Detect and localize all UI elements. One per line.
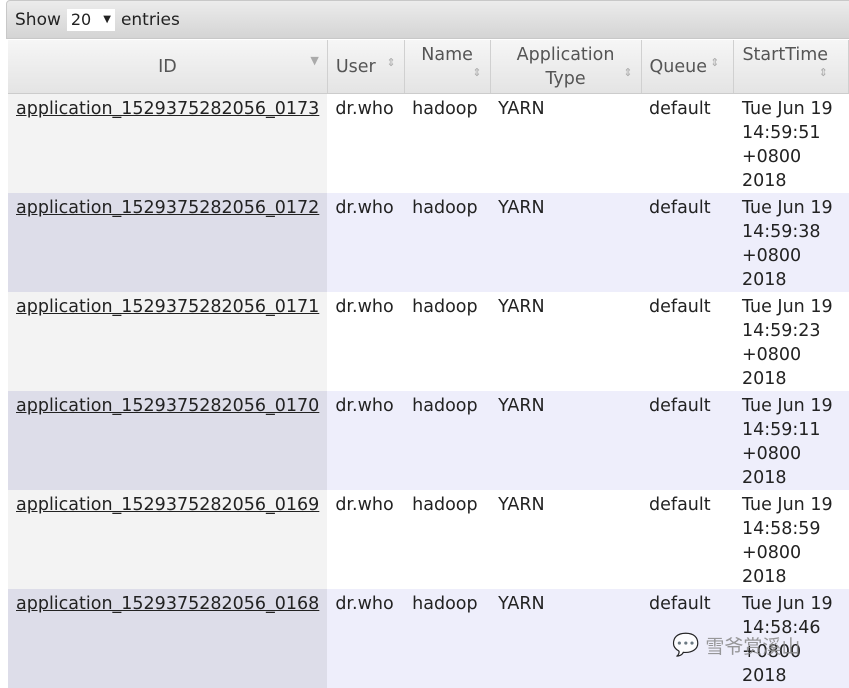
starttime-line: 2018 <box>741 567 787 587</box>
entries-select[interactable]: 20 ▼ <box>66 8 115 31</box>
header-label: ID <box>158 56 177 77</box>
sort-icon: ⇕ <box>386 56 396 69</box>
header-label: Application Type <box>516 44 615 89</box>
application-link[interactable]: application_1529375282056_0173 <box>16 99 319 119</box>
show-label: Show <box>15 9 61 30</box>
cell-type: YARN <box>490 292 642 391</box>
application-link[interactable]: application_1529375282056_0170 <box>16 396 319 416</box>
application-link[interactable]: application_1529375282056_0169 <box>16 495 319 515</box>
cell-id: application_1529375282056_0168 <box>8 589 328 688</box>
applications-table: ID ▼ User ⇕ Name ⇕ Application Type ⇕ Queue ⇕… <box>8 40 849 688</box>
starttime-line: +0800 <box>741 345 802 365</box>
cell-name: hadoop <box>404 490 491 589</box>
cell-id: application_1529375282056_0170 <box>8 391 328 490</box>
entries-label: entries <box>120 9 180 30</box>
application-link[interactable]: application_1529375282056_0172 <box>16 198 319 218</box>
column-header-queue[interactable]: Queue ⇕ <box>641 40 735 94</box>
header-label: Queue <box>649 56 708 77</box>
wechat-icon: 💬 <box>672 633 700 658</box>
watermark-text: 雪爷赏溪山 <box>705 636 801 658</box>
table-row: application_1529375282056_0170 dr.who ha… <box>8 391 849 490</box>
sort-icon: ⇕ <box>472 66 482 79</box>
table-row: application_1529375282056_0172 dr.who ha… <box>8 193 849 292</box>
watermark: 💬 雪爷赏溪山 <box>672 632 800 659</box>
column-header-user[interactable]: User ⇕ <box>327 40 405 94</box>
cell-user: dr.who <box>327 193 405 292</box>
cell-type: YARN <box>490 490 642 589</box>
starttime-line: Tue Jun 19 <box>741 297 833 317</box>
cell-starttime: Tue Jun 19 14:59:38 +0800 2018 <box>733 193 849 292</box>
sort-desc-icon: ▼ <box>310 54 319 67</box>
column-header-name[interactable]: Name ⇕ <box>404 40 491 94</box>
cell-user: dr.who <box>327 589 405 688</box>
cell-starttime: Tue Jun 19 14:59:51 +0800 2018 <box>733 93 849 193</box>
starttime-line: Tue Jun 19 <box>741 396 833 416</box>
cell-queue: default <box>641 93 734 193</box>
cell-id: application_1529375282056_0172 <box>8 193 328 292</box>
cell-user: dr.who <box>327 292 405 391</box>
starttime-line: Tue Jun 19 <box>741 594 833 614</box>
starttime-line: +0800 <box>741 444 802 464</box>
starttime-line: Tue Jun 19 <box>741 198 833 218</box>
cell-id: application_1529375282056_0169 <box>8 490 328 589</box>
sort-icon: ⇕ <box>623 66 633 79</box>
starttime-line: 14:59:38 <box>741 222 821 242</box>
cell-user: dr.who <box>327 490 405 589</box>
starttime-line: 2018 <box>741 468 787 488</box>
column-header-id[interactable]: ID ▼ <box>8 40 328 94</box>
cell-queue: default <box>641 490 734 589</box>
table-row: application_1529375282056_0169 dr.who ha… <box>8 490 849 589</box>
cell-type: YARN <box>490 589 642 688</box>
header-label: StartTime <box>742 44 829 65</box>
starttime-line: 2018 <box>741 666 787 686</box>
table-row: application_1529375282056_0173 dr.who ha… <box>8 93 849 193</box>
cell-name: hadoop <box>404 589 491 688</box>
cell-starttime: Tue Jun 19 14:58:59 +0800 2018 <box>733 490 849 589</box>
header-label: Name <box>421 44 473 65</box>
sort-icon: ⇕ <box>818 66 828 79</box>
cell-type: YARN <box>490 391 642 490</box>
starttime-line: +0800 <box>741 246 802 266</box>
column-header-starttime[interactable]: StartTime ⇕ <box>733 40 849 94</box>
cell-name: hadoop <box>404 391 491 490</box>
cell-queue: default <box>641 391 734 490</box>
cell-name: hadoop <box>404 93 491 193</box>
application-link[interactable]: application_1529375282056_0168 <box>16 594 319 614</box>
starttime-line: Tue Jun 19 <box>741 495 833 515</box>
starttime-line: 2018 <box>741 171 787 191</box>
cell-starttime: Tue Jun 19 14:59:11 +0800 2018 <box>733 391 849 490</box>
header-label: User <box>335 56 376 77</box>
cell-name: hadoop <box>404 292 491 391</box>
cell-id: application_1529375282056_0171 <box>8 292 328 391</box>
cell-type: YARN <box>490 93 642 193</box>
sort-icon: ⇕ <box>710 56 720 69</box>
column-header-application-type[interactable]: Application Type ⇕ <box>490 40 642 94</box>
cell-starttime: Tue Jun 19 14:59:23 +0800 2018 <box>733 292 849 391</box>
starttime-line: 14:59:23 <box>741 321 821 341</box>
starttime-line: 2018 <box>741 270 787 290</box>
starttime-line: 14:59:11 <box>741 420 821 440</box>
cell-queue: default <box>641 193 734 292</box>
application-link[interactable]: application_1529375282056_0171 <box>16 297 319 317</box>
entries-value: 20 <box>70 10 92 29</box>
cell-id: application_1529375282056_0173 <box>8 93 328 193</box>
starttime-line: +0800 <box>741 147 802 167</box>
table-row: application_1529375282056_0171 dr.who ha… <box>8 292 849 391</box>
starttime-line: 14:59:51 <box>741 123 821 143</box>
starttime-line: Tue Jun 19 <box>741 99 833 119</box>
cell-user: dr.who <box>327 93 405 193</box>
cell-queue: default <box>641 292 734 391</box>
cell-user: dr.who <box>327 391 405 490</box>
cell-name: hadoop <box>404 193 491 292</box>
cell-type: YARN <box>490 193 642 292</box>
starttime-line: 2018 <box>741 369 787 389</box>
starttime-line: +0800 <box>741 543 802 563</box>
table-length-toolbar: Show 20 ▼ entries <box>6 0 849 39</box>
starttime-line: 14:58:59 <box>741 519 821 539</box>
dropdown-arrow-icon: ▼ <box>103 14 111 25</box>
